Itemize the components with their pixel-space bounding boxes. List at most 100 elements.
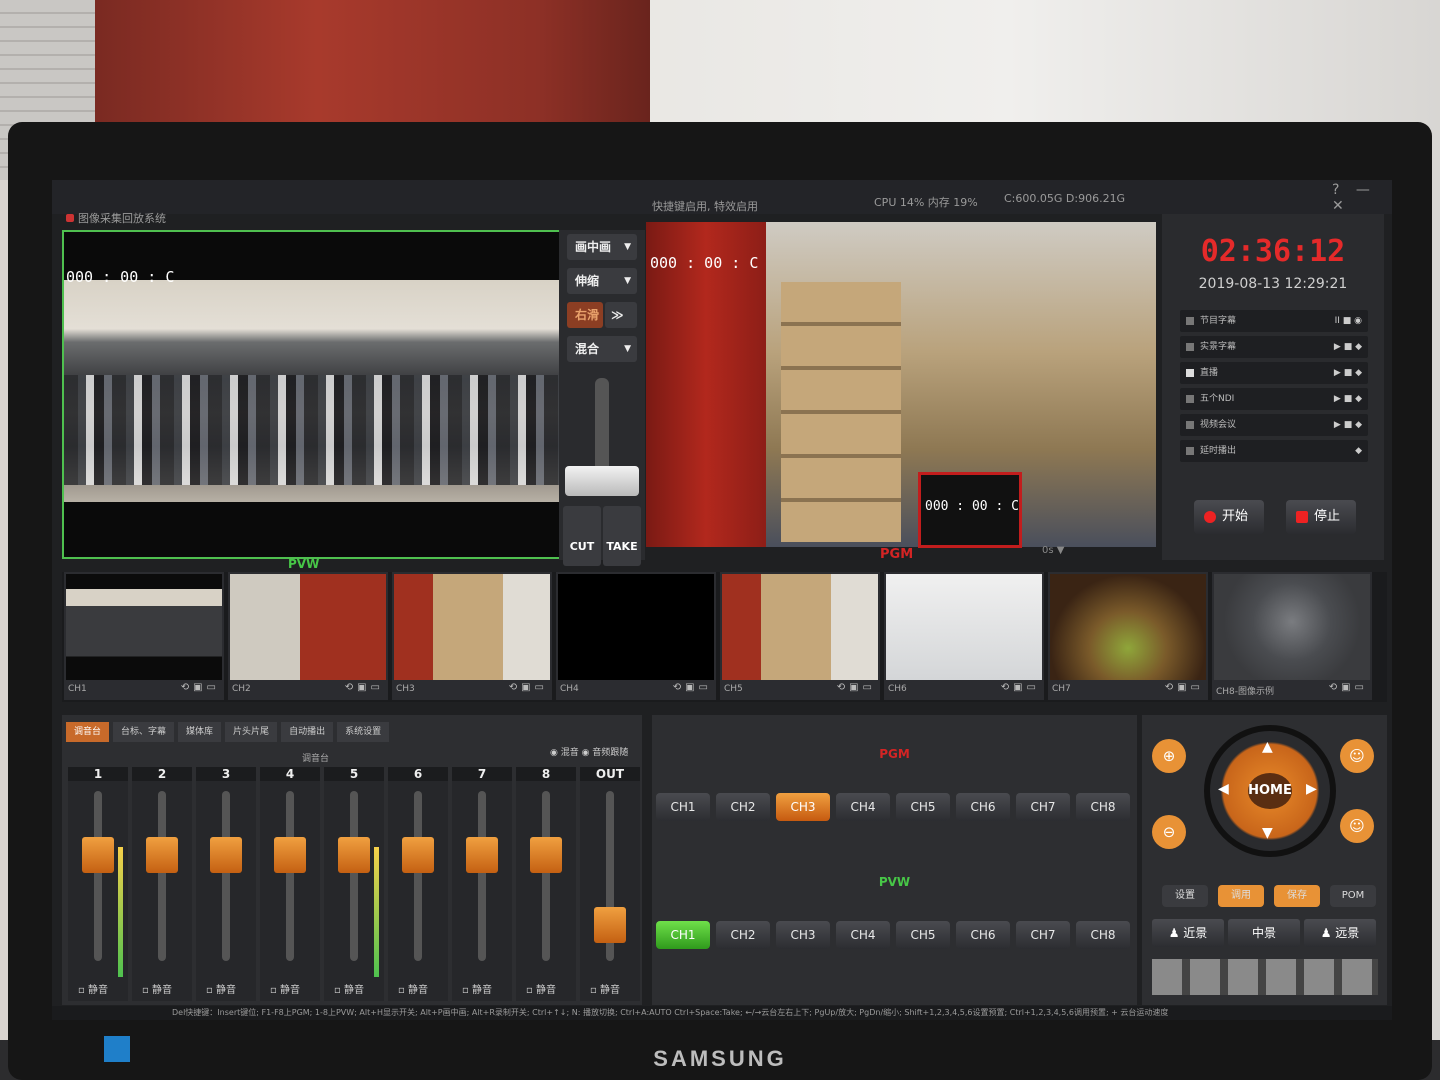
checkbox[interactable]: [1186, 317, 1194, 325]
tab-mixer[interactable]: 调音台: [66, 722, 110, 742]
preset-save-button[interactable]: 保存: [1274, 885, 1320, 907]
tab-auto-play[interactable]: 自动播出: [281, 722, 334, 742]
thumbnail-icons[interactable]: ⟲▣▭: [1165, 682, 1204, 693]
output-row-controls[interactable]: ▶ ■ ◆: [1334, 388, 1362, 410]
mute-toggle[interactable]: ▫ 静音: [142, 981, 172, 996]
preset-mid-button[interactable]: 中景: [1228, 919, 1300, 947]
tab-logo-subtitle[interactable]: 台标、字幕: [113, 722, 175, 742]
output-row[interactable]: 延时播出 ◆: [1180, 440, 1368, 462]
preset-far-button[interactable]: ♟ 远景: [1304, 919, 1376, 947]
scale-dropdown[interactable]: 伸缩 ▼: [567, 268, 637, 294]
fader-knob[interactable]: [82, 837, 114, 873]
fader-knob[interactable]: [402, 837, 434, 873]
checkbox[interactable]: [1186, 395, 1194, 403]
thumbnail-icons[interactable]: ⟲▣▭: [673, 682, 712, 693]
pvw-ch7-button[interactable]: CH7: [1016, 921, 1070, 949]
zoom-out-icon[interactable]: ⊖: [1152, 815, 1186, 849]
tab-media[interactable]: 媒体库: [178, 722, 222, 742]
window-controls[interactable]: ? — ✕: [1332, 182, 1392, 214]
stop-record-button[interactable]: 停止: [1286, 500, 1356, 534]
pgm-monitor[interactable]: 000 : 00 : C 000 : 00 : C: [646, 222, 1156, 548]
pvw-ch5-button[interactable]: CH5: [896, 921, 950, 949]
pvw-ch1-button[interactable]: CH1: [656, 921, 710, 949]
pgm-ch1-button[interactable]: CH1: [656, 793, 710, 821]
output-row[interactable]: 五个NDI ▶ ■ ◆: [1180, 388, 1368, 410]
thumbnail-ch7[interactable]: CH7 ⟲▣▭: [1048, 572, 1208, 700]
thumbnail-icons[interactable]: ⟲▣▭: [1001, 682, 1040, 693]
start-record-button[interactable]: 开始: [1194, 500, 1264, 534]
pgm-ch3-button[interactable]: CH3: [776, 793, 830, 821]
fader-knob[interactable]: [210, 837, 242, 873]
thumbnail-icons[interactable]: ⟲▣▭: [1329, 682, 1368, 693]
thumbnail-ch1[interactable]: CH1 ⟲▣▭: [64, 572, 224, 700]
thumbnail-ch3[interactable]: CH3 ⟲▣▭: [392, 572, 552, 700]
pip-dropdown[interactable]: 画中画 ▼: [567, 234, 637, 260]
pom-button[interactable]: POM: [1330, 885, 1376, 907]
output-row-controls[interactable]: ▶ ■ ◆: [1334, 414, 1362, 436]
mute-toggle[interactable]: ▫ 静音: [526, 981, 556, 996]
tab-system-settings[interactable]: 系统设置: [337, 722, 390, 742]
checkbox[interactable]: [1186, 343, 1194, 351]
pgm-delay-select[interactable]: 0s ▼: [1042, 545, 1064, 556]
pgm-ch8-button[interactable]: CH8: [1076, 793, 1130, 821]
arrow-up-icon[interactable]: ▲: [1262, 739, 1273, 755]
arrow-left-icon[interactable]: ◀: [1218, 781, 1229, 797]
thumbnail-icons[interactable]: ⟲▣▭: [837, 682, 876, 693]
cut-button[interactable]: CUT: [563, 506, 601, 566]
fader-knob[interactable]: [146, 837, 178, 873]
output-row-controls[interactable]: ▶ ■ ◆: [1334, 336, 1362, 358]
thumbnail-ch6[interactable]: CH6 ⟲▣▭: [884, 572, 1044, 700]
home-button[interactable]: HOME: [1248, 773, 1292, 809]
t-bar-handle[interactable]: [565, 466, 639, 496]
pgm-ch6-button[interactable]: CH6: [956, 793, 1010, 821]
checkbox[interactable]: [1186, 421, 1194, 429]
pvw-ch2-button[interactable]: CH2: [716, 921, 770, 949]
mute-toggle[interactable]: ▫ 静音: [334, 981, 364, 996]
thumbnail-icons[interactable]: ⟲▣▭: [509, 682, 548, 693]
mute-toggle[interactable]: ▫ 静音: [78, 981, 108, 996]
fader-knob[interactable]: [274, 837, 306, 873]
tab-intro-outro[interactable]: 片头片尾: [225, 722, 278, 742]
mix-dropdown[interactable]: 混合 ▼: [567, 336, 637, 362]
pgm-ch7-button[interactable]: CH7: [1016, 793, 1070, 821]
pgm-ch5-button[interactable]: CH5: [896, 793, 950, 821]
mute-toggle[interactable]: ▫ 静音: [398, 981, 428, 996]
mute-toggle[interactable]: ▫ 静音: [206, 981, 236, 996]
thumbnail-ch4[interactable]: CH4 ⟲▣▭: [556, 572, 716, 700]
fader-knob[interactable]: [338, 837, 370, 873]
output-row-controls[interactable]: II ■ ◉: [1335, 310, 1362, 332]
checkbox-checked[interactable]: [1186, 369, 1194, 377]
pvw-ch3-button[interactable]: CH3: [776, 921, 830, 949]
pvw-ch8-button[interactable]: CH8: [1076, 921, 1130, 949]
arrow-down-icon[interactable]: ▼: [1262, 825, 1273, 841]
ptz-direction-pad[interactable]: ▲ ▼ ◀ ▶ HOME: [1204, 725, 1336, 857]
preset-near-button[interactable]: ♟ 近景: [1152, 919, 1224, 947]
mixer-options[interactable]: ◉ 混音 ◉ 音频跟随: [550, 745, 628, 758]
pvw-ch4-button[interactable]: CH4: [836, 921, 890, 949]
pgm-ch4-button[interactable]: CH4: [836, 793, 890, 821]
effect-arrow-button[interactable]: ≫: [605, 302, 637, 328]
thumbnail-ch8[interactable]: CH8-图像示例 ⟲▣▭: [1212, 572, 1372, 700]
preset-slot-strip[interactable]: [1152, 959, 1378, 995]
preset-set-button[interactable]: 设置: [1162, 885, 1208, 907]
mute-toggle[interactable]: ▫ 静音: [270, 981, 300, 996]
checkbox[interactable]: [1186, 447, 1194, 455]
thumbnail-ch5[interactable]: CH5 ⟲▣▭: [720, 572, 880, 700]
right-slide-button[interactable]: 右滑: [567, 302, 603, 328]
output-row-controls[interactable]: ◆: [1355, 440, 1362, 462]
fader-knob[interactable]: [530, 837, 562, 873]
fader-knob[interactable]: [466, 837, 498, 873]
zoom-in-icon[interactable]: ⊕: [1152, 739, 1186, 773]
output-row[interactable]: 直播 ▶ ■ ◆: [1180, 362, 1368, 384]
thumbnail-ch2[interactable]: CH2 ⟲▣▭: [228, 572, 388, 700]
output-row-controls[interactable]: ▶ ■ ◆: [1334, 362, 1362, 384]
arrow-right-icon[interactable]: ▶: [1306, 781, 1317, 797]
output-row[interactable]: 视频会议 ▶ ■ ◆: [1180, 414, 1368, 436]
mute-toggle[interactable]: ▫ 静音: [462, 981, 492, 996]
pvw-ch6-button[interactable]: CH6: [956, 921, 1010, 949]
pvw-monitor[interactable]: 000 : 00 : C: [62, 230, 561, 559]
pgm-ch2-button[interactable]: CH2: [716, 793, 770, 821]
output-row[interactable]: 实景字幕 ▶ ■ ◆: [1180, 336, 1368, 358]
focus-near-icon[interactable]: ☺: [1340, 739, 1374, 773]
mute-toggle[interactable]: ▫ 静音: [590, 981, 620, 996]
